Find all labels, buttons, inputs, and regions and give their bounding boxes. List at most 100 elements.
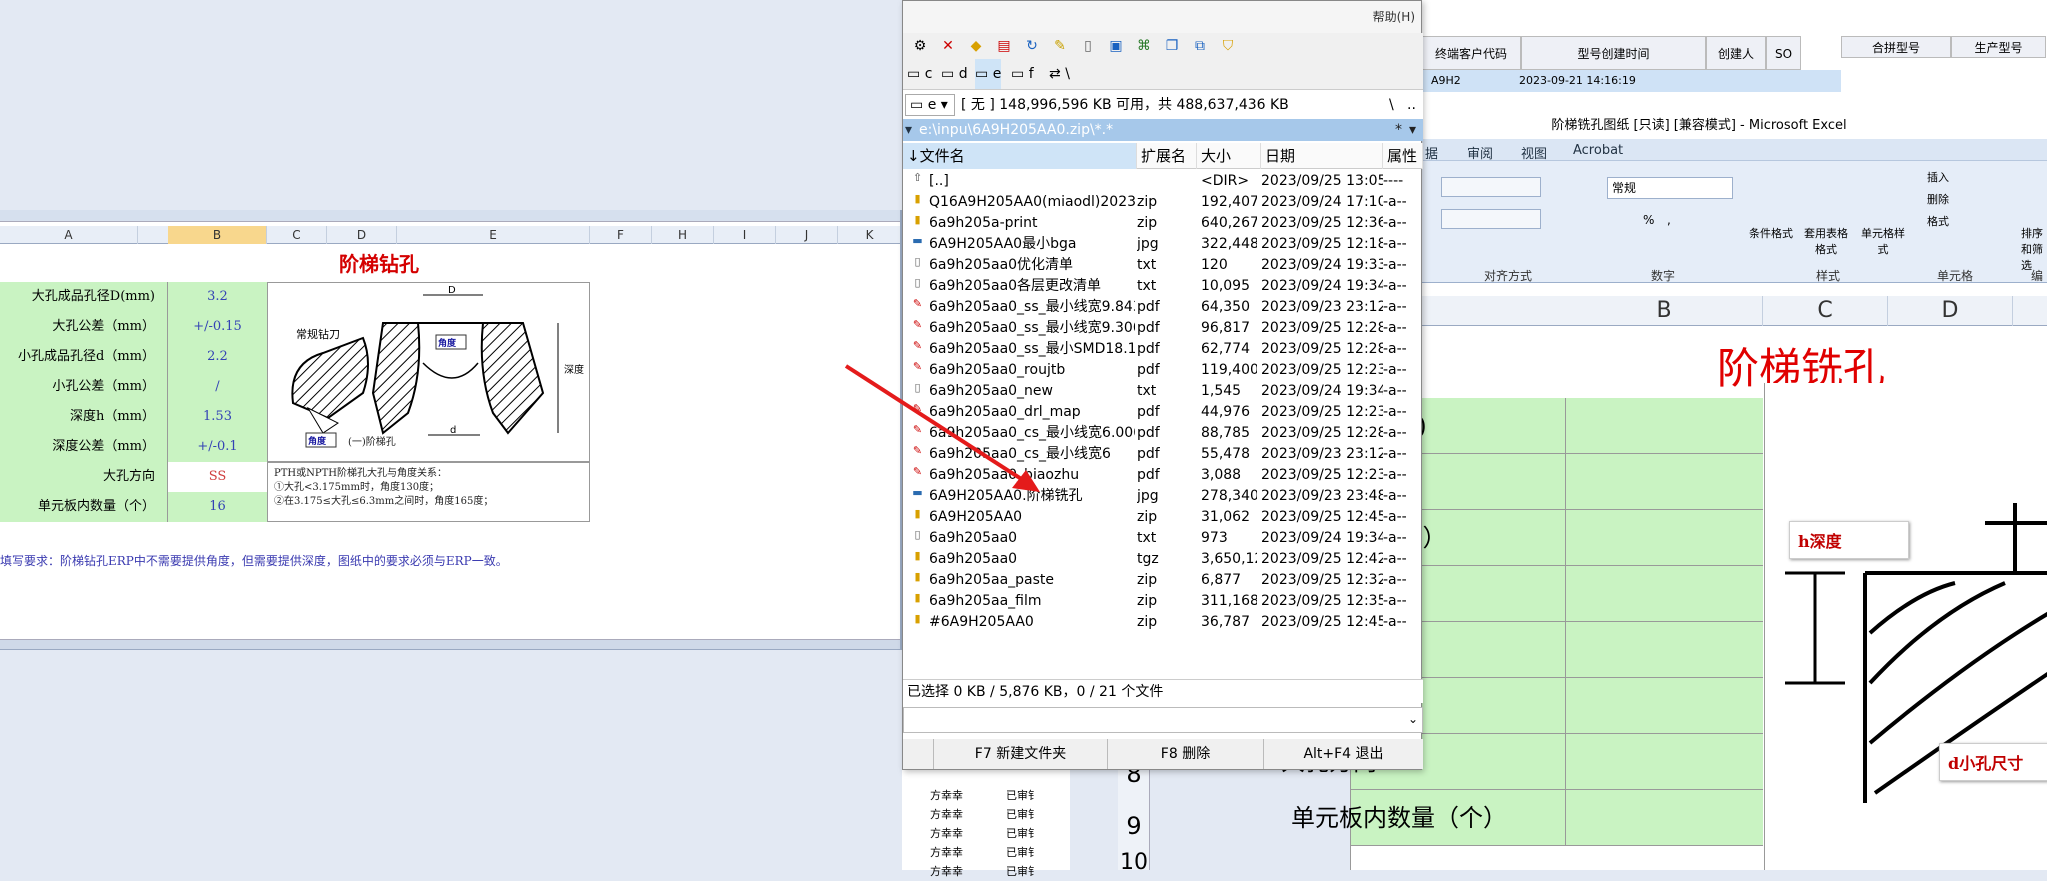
row-value[interactable]: 3.2 [168, 282, 267, 312]
file-row[interactable]: ▮ 6A9H205AA0 zip 31,062 2023/09/25 12:45 -a-- [903, 507, 1423, 528]
col-header[interactable]: K [838, 226, 900, 244]
col-header[interactable]: B [1566, 296, 1763, 326]
list-item[interactable]: 方幸幸 已审钅 [930, 786, 1070, 805]
row-value[interactable] [1566, 566, 1763, 622]
row-value[interactable] [1566, 622, 1763, 678]
col-header[interactable]: C [267, 226, 327, 244]
file-row[interactable]: ⇧ [..] <DIR> 2023/09/25 13:05 ---- [903, 171, 1423, 192]
path-bar[interactable]: ▾ e:\inpu\6A9H205AA0.zip\*.* * ▾ [903, 119, 1423, 141]
package-icon[interactable]: ◆ [967, 37, 985, 55]
edit-icon[interactable]: ✎ [1051, 37, 1069, 55]
f8-delete-button[interactable]: F8 删除 [1107, 739, 1263, 769]
file-row[interactable]: ▮ 6a9h205a-print zip 640,267 2023/09/25 12:3… [903, 213, 1423, 234]
list-item[interactable]: 方幸幸 已审钅 [930, 862, 1070, 881]
table-row[interactable]: 深度公差（mm） +/-0.1 [0, 432, 267, 462]
row-value[interactable]: 2.2 [168, 342, 267, 372]
col-header[interactable]: J [776, 226, 838, 244]
col-header[interactable]: 合拼型号 [1841, 36, 1951, 58]
row-value[interactable] [1566, 790, 1763, 846]
view-icon[interactable]: ▣ [1107, 37, 1125, 55]
copy-icon[interactable]: ❐ [1163, 37, 1181, 55]
list-item[interactable]: 方幸幸 已审钅 [930, 824, 1070, 843]
file-row[interactable]: ✎ 6a9h205aa0_ss_最小线宽9.300 pdf 96,817 2023/09… [903, 318, 1423, 339]
list-item[interactable]: 方幸幸 已审钅 [930, 843, 1070, 862]
drive-d-button[interactable]: ▭ d [941, 59, 968, 89]
table-row[interactable]: 小孔公差（mm） / [0, 372, 267, 402]
col-header[interactable]: 终端客户代码 [1421, 36, 1521, 70]
col-header[interactable]: F [590, 226, 652, 244]
col-header[interactable]: 生产型号 [1951, 36, 2046, 58]
col-header[interactable]: H [652, 226, 714, 244]
table-row[interactable]: 大孔方向 SS [0, 462, 267, 492]
drive-select[interactable]: ▭ e ▾ [905, 94, 955, 116]
text-file-icon[interactable]: ▯ [1079, 37, 1097, 55]
f7-new-folder-button[interactable]: F7 新建文件夹 [933, 739, 1107, 769]
file-row[interactable]: ▯ 6a9h205aa0优化清单 txt 120 2023/09/24 19:33 -a-… [903, 255, 1423, 276]
table-row[interactable]: 大孔公差（mm） +/-0.15 [0, 312, 267, 342]
file-row[interactable]: ▮ 6a9h205aa_paste zip 6,877 2023/09/25 12:32… [903, 570, 1423, 591]
col-name-header[interactable]: ↓文件名 [903, 143, 1137, 169]
col-header[interactable]: D [1888, 296, 2013, 326]
drive-e-button[interactable]: ▭ e [975, 59, 1002, 89]
file-row[interactable]: ▮ 6a9h205aa_film zip 311,168 2023/09/25 12:3… [903, 591, 1423, 612]
table-row[interactable]: 单元板内数量（个） 16 [0, 492, 267, 522]
drive-f-button[interactable]: ▭ f [1011, 59, 1034, 89]
format-button[interactable]: 格式 [1927, 213, 1949, 229]
comma-button[interactable]: , [1667, 213, 1671, 227]
insert-button[interactable]: 插入 [1927, 169, 1949, 185]
drive-c-button[interactable]: ▭ c [907, 59, 932, 89]
row-value[interactable] [1566, 398, 1763, 454]
compare-icon[interactable]: ⧉ [1191, 37, 1209, 55]
delete-icon[interactable]: ✕ [939, 37, 957, 55]
history-icon[interactable]: ▾ [905, 119, 912, 141]
horizontal-scrollbar[interactable] [0, 639, 900, 649]
percent-button[interactable]: % [1643, 213, 1654, 227]
table-format-button[interactable]: 套用表格格式 [1801, 225, 1851, 257]
chevron-down-icon[interactable]: ⌄ [1408, 712, 1418, 726]
row-value[interactable]: SS [168, 462, 267, 492]
tab-acrobat[interactable]: Acrobat [1573, 143, 1623, 158]
table-row[interactable]: A9H2 2023-09-21 14:16:19 [1351, 70, 1841, 92]
file-row[interactable]: ▯ 6a9h205aa0各层更改清单 txt 10,095 2023/09/24 19:… [903, 276, 1423, 297]
row-value[interactable] [1566, 678, 1763, 734]
file-row[interactable]: ▯ 6a9h205aa0 txt 973 2023/09/24 19:34 -a-- [903, 528, 1423, 549]
file-row[interactable]: ▮ Q16A9H205AA0(miaodl)2023.. zip 192,407 202… [903, 192, 1423, 213]
row-value[interactable] [1566, 510, 1763, 566]
col-ext-header[interactable]: 扩展名 [1137, 143, 1197, 169]
alt-f4-exit-button[interactable]: Alt+F4 退出 [1263, 739, 1423, 769]
col-date-header[interactable]: 日期 [1261, 143, 1383, 169]
tab-review[interactable]: 审阅 [1467, 143, 1493, 162]
cell-style-button[interactable]: 单元格样式 [1861, 225, 1905, 257]
table-row[interactable]: 大孔成品孔径D(mm) 3.2 [0, 282, 267, 312]
row-value[interactable]: 16 [168, 492, 267, 522]
col-header[interactable]: 型号创建时间 [1521, 36, 1706, 70]
sort-filter-button[interactable]: 排序和筛选 [2021, 225, 2047, 273]
col-header[interactable]: C [1763, 296, 1888, 326]
col-size-header[interactable]: 大小 [1197, 143, 1261, 169]
number-format-select[interactable]: 常规 [1607, 177, 1733, 199]
tab-view[interactable]: 视图 [1521, 143, 1547, 162]
pdf-icon[interactable]: ▤ [995, 37, 1013, 55]
row-value[interactable]: 1.53 [168, 402, 267, 432]
network-drive-button[interactable]: ⇄ \ [1049, 59, 1070, 89]
file-row[interactable]: ▬ 6A9H205AA0最小bga jpg 322,448 2023/09/25 12:… [903, 234, 1423, 255]
row-value[interactable]: / [168, 372, 267, 402]
refresh-icon[interactable]: ↻ [1023, 37, 1041, 55]
delete-button[interactable]: 删除 [1927, 191, 1949, 207]
command-line-input[interactable]: ⌄ [903, 707, 1423, 733]
path-filter[interactable]: * [1395, 119, 1402, 141]
col-header[interactable]: 创建人 [1706, 36, 1766, 70]
col-header[interactable]: A [0, 226, 138, 244]
col-attr-header[interactable]: 属性 [1383, 143, 1423, 169]
file-row[interactable]: ▮ #6A9H205AA0 zip 36,787 2023/09/25 12:45 -a-… [903, 612, 1423, 633]
table-row[interactable]: 小孔成品孔径d（mm） 2.2 [0, 342, 267, 372]
row-value[interactable]: +/-0.1 [168, 432, 267, 462]
root-button[interactable]: \ [1389, 90, 1394, 120]
col-header[interactable]: B [168, 226, 267, 244]
col-header[interactable]: E [397, 226, 590, 244]
tree-icon[interactable]: ⌘ [1135, 37, 1153, 55]
row-value[interactable] [1566, 454, 1763, 510]
tab-data[interactable]: 据 [1425, 143, 1438, 162]
network-icon[interactable]: ⚙ [911, 37, 929, 55]
align-buttons[interactable] [1441, 177, 1541, 197]
